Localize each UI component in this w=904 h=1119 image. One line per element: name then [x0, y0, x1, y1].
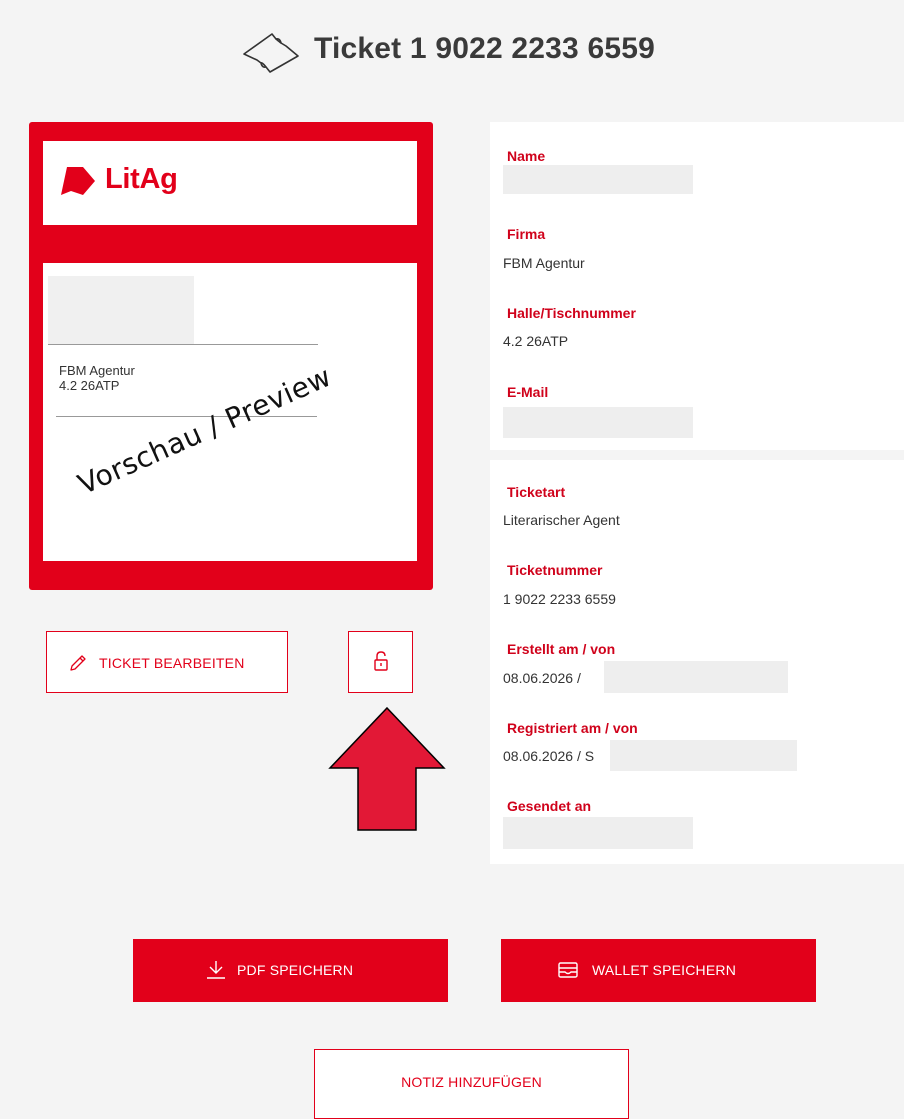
unlock-icon [374, 651, 388, 671]
add-note-button[interactable]: NOTIZ HINZUFÜGEN [314, 1049, 629, 1119]
ticket-number-label: Ticketnummer [507, 562, 603, 578]
edit-ticket-label: TICKET BEARBEITEN [99, 655, 245, 671]
brand-name: LitAg [105, 163, 178, 195]
ticket-details-panel: Ticketart Literarischer Agent Ticketnumm… [490, 460, 904, 864]
table-value: 4.2 26ATP [503, 333, 569, 349]
pencil-icon [70, 655, 86, 671]
ticket-type-label: Ticketart [507, 484, 566, 500]
page-header: Ticket 1 9022 2233 6559 [0, 28, 904, 78]
save-pdf-label: PDF SPEICHERN [237, 962, 354, 978]
brand-logo-box: LitAg [43, 141, 417, 225]
save-pdf-button[interactable]: PDF SPEICHERN [133, 939, 448, 1002]
email-label: E-Mail [507, 384, 549, 400]
contact-details-panel: Name Firma FBM Agentur Halle/Tischnummer… [490, 122, 904, 450]
ticket-preview-card: LitAg FBM Agentur 4.2 26ATP Vorschau / P… [29, 122, 433, 590]
divider [56, 416, 317, 417]
lock-toggle-button[interactable] [348, 631, 413, 693]
name-label: Name [507, 148, 546, 164]
divider [48, 344, 318, 345]
preview-details: FBM Agentur 4.2 26ATP [59, 363, 135, 393]
redacted-recipient [503, 817, 693, 849]
ticket-type-value: Literarischer Agent [503, 512, 620, 528]
company-value: FBM Agentur [503, 255, 585, 271]
wallet-icon [558, 962, 578, 978]
save-wallet-button[interactable]: WALLET SPEICHERN [501, 939, 816, 1002]
redacted-registrant [610, 740, 797, 771]
edit-ticket-button[interactable]: TICKET BEARBEITEN [46, 631, 288, 693]
ticket-number-value: 1 9022 2233 6559 [503, 591, 616, 607]
registered-value: 08.06.2026 / S [503, 748, 595, 764]
created-label: Erstellt am / von [507, 641, 616, 657]
registered-label: Registriert am / von [507, 720, 638, 736]
redacted-name [48, 276, 194, 344]
preview-table: 4.2 26ATP [59, 378, 120, 393]
add-note-label: NOTIZ HINZUFÜGEN [401, 1074, 542, 1090]
redacted-creator [604, 661, 788, 693]
sent-to-label: Gesendet an [507, 798, 592, 814]
pointer-arrow [328, 706, 446, 831]
brand-logo-icon [61, 167, 95, 195]
ticket-icon [243, 33, 299, 73]
page-title: Ticket 1 9022 2233 6559 [314, 32, 656, 65]
save-wallet-label: WALLET SPEICHERN [592, 962, 737, 978]
company-label: Firma [507, 226, 546, 242]
preview-company: FBM Agentur [59, 363, 135, 378]
preview-body: FBM Agentur 4.2 26ATP Vorschau / Preview [43, 263, 417, 561]
redacted-name [503, 165, 693, 194]
redacted-email [503, 407, 693, 438]
created-value: 08.06.2026 / [503, 670, 581, 686]
download-icon [207, 961, 225, 979]
table-label: Halle/Tischnummer [507, 305, 636, 321]
